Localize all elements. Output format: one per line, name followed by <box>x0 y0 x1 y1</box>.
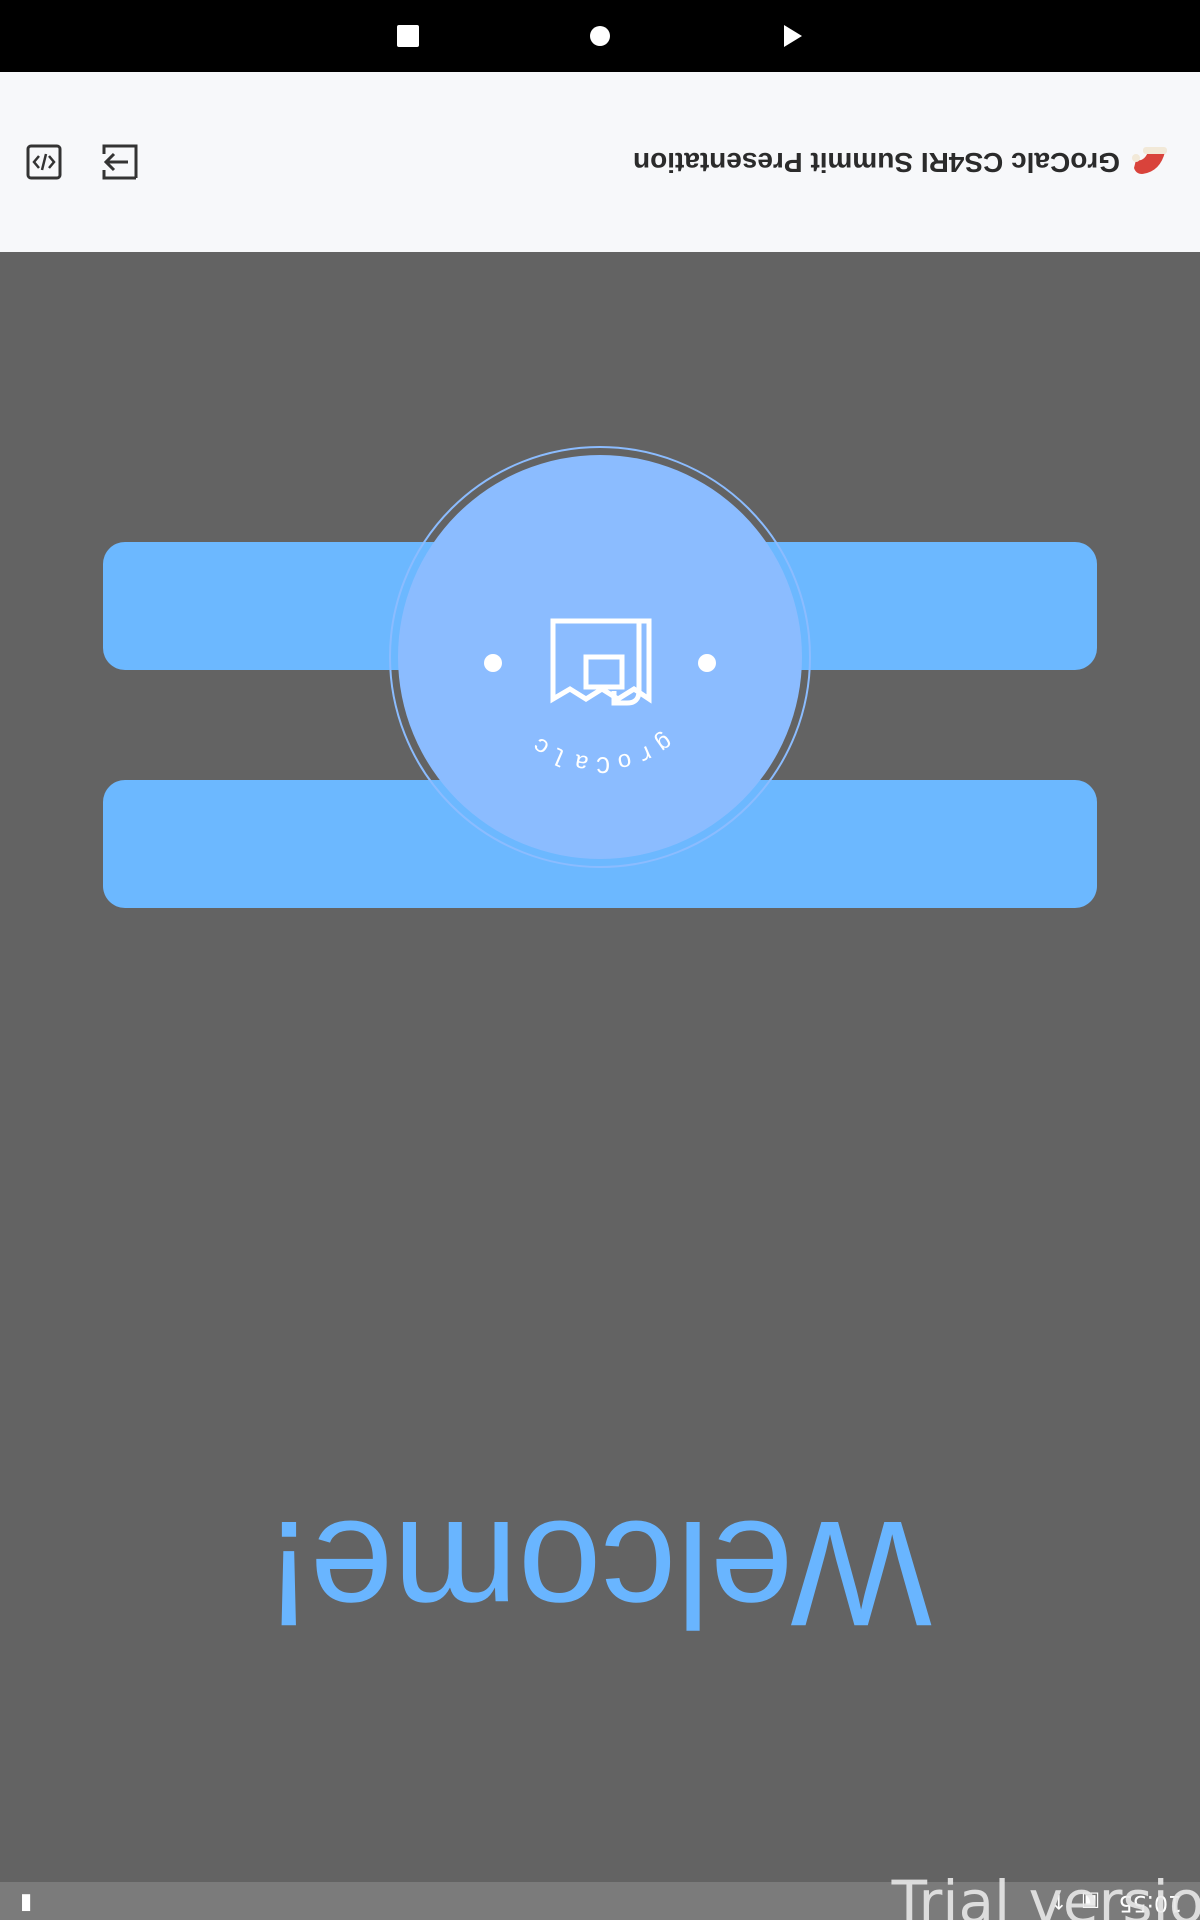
home-icon <box>590 26 610 46</box>
santa-hat-icon <box>1132 147 1167 174</box>
recents-icon <box>397 25 419 47</box>
app-header: GroCalc CS4RI Summit Presentation <box>0 70 1200 252</box>
android-nav-bar <box>0 0 1200 72</box>
exit-button[interactable] <box>100 142 140 182</box>
exit-icon <box>102 144 138 180</box>
grocalc-logo: groCalc <box>388 445 812 869</box>
recents-button[interactable] <box>388 16 428 56</box>
code-icon <box>26 144 62 180</box>
back-icon <box>784 25 802 47</box>
welcome-heading: Welcome! <box>267 1490 933 1658</box>
logo-circle: groCalc <box>389 446 811 868</box>
home-button[interactable] <box>580 16 620 56</box>
battery-icon: ▮ <box>20 1891 33 1916</box>
back-button[interactable] <box>772 16 812 56</box>
code-button[interactable] <box>24 142 64 182</box>
trial-watermark: Trial version <box>892 1868 1200 1920</box>
app-title: GroCalc CS4RI Summit Presentation <box>632 147 1120 178</box>
app-screen: 10:55 ▣ ↑ ▮ Sign In Sign Up <box>0 0 1200 1920</box>
